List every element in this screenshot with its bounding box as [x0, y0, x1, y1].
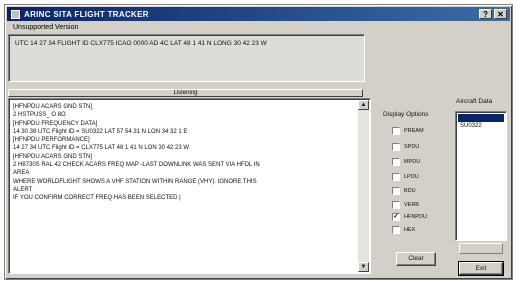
- option-pream[interactable]: PREAM: [392, 127, 424, 135]
- version-label: Unsupported Version: [13, 24, 79, 31]
- log-line: AREA: [13, 170, 30, 177]
- option-lpdu[interactable]: LPDU: [392, 173, 419, 181]
- option-hex[interactable]: HEX: [392, 226, 415, 234]
- log-line: WHERE WORLDFLIGHT SHOWS A VHF STATION WI…: [13, 178, 257, 185]
- log-line: IF YOU CONFIRM CORRECT FREQ HAS BEEN SEL…: [13, 195, 181, 202]
- scroll-up-icon[interactable]: ▲: [358, 100, 369, 110]
- app-icon: [11, 9, 20, 19]
- log-line: ALERT: [13, 186, 33, 193]
- current-message-text: UTC 14 27 34 FLIGHT ID CLX775 ICAO 0000 …: [15, 40, 267, 47]
- option-mpdu[interactable]: MPDU: [392, 158, 420, 166]
- close-button[interactable]: ✕: [494, 9, 507, 19]
- help-button[interactable]: ?: [479, 9, 492, 19]
- bdu-checkbox[interactable]: [392, 187, 400, 195]
- hfnpdu-checkbox[interactable]: ✓: [392, 213, 400, 221]
- option-label: VERB: [404, 202, 419, 208]
- log-scrollbar[interactable]: ▲ ▼: [358, 100, 369, 272]
- aircraft-list[interactable]: SU0322: [455, 111, 507, 241]
- verb-checkbox[interactable]: [392, 201, 400, 209]
- option-bdu[interactable]: BDU: [392, 187, 416, 195]
- log-line: [HFNPDU ACARS GND STN]: [13, 153, 93, 160]
- log-line: [HFNPDU FREQUENCY DATA]: [13, 120, 98, 127]
- lpdu-checkbox[interactable]: [392, 173, 400, 181]
- option-label: BDU: [404, 188, 416, 194]
- spdu-checkbox[interactable]: [392, 143, 400, 151]
- option-label: HEX: [404, 227, 416, 233]
- option-label: PREAM: [404, 128, 424, 134]
- option-label: SPDU: [404, 144, 420, 150]
- aircraft-list-item[interactable]: SU0322: [458, 122, 504, 130]
- log-line: 14 30 38 UTC Flight ID = SU0322 LAT 57 5…: [13, 128, 188, 135]
- option-verb[interactable]: VERB: [392, 201, 419, 209]
- mpdu-checkbox[interactable]: [392, 158, 400, 166]
- aircraft-list-item[interactable]: [458, 114, 504, 122]
- option-label: HFNPDU: [404, 214, 427, 220]
- option-spdu[interactable]: SPDU: [392, 143, 419, 151]
- listening-header: Listening: [8, 89, 363, 97]
- disabled-button: [459, 243, 503, 254]
- log-line: 2 H8730S RAL 42 CHECK ACARS FREQ MAP -LA…: [13, 162, 260, 169]
- scroll-down-icon[interactable]: ▼: [358, 262, 369, 272]
- aircraft-data-title: Aircraft Data: [456, 98, 493, 105]
- clear-button[interactable]: Clear: [396, 252, 436, 266]
- window-title: ARINC SITA FLIGHT TRACKER: [24, 9, 149, 19]
- option-label: LPDU: [404, 174, 419, 180]
- title-buttons: ? ✕: [479, 9, 507, 19]
- log-line: [HFNPDU PERFORMANCE]: [13, 137, 90, 144]
- current-message-panel: UTC 14 27 34 FLIGHT ID CLX775 ICAO 0000 …: [8, 34, 365, 82]
- exit-button[interactable]: Exit: [458, 261, 504, 276]
- pream-checkbox[interactable]: [392, 127, 400, 135]
- log-line: 2 HSTPUSS_ O 8O: [13, 112, 66, 119]
- hex-checkbox[interactable]: [392, 226, 400, 234]
- display-options-title: Display Options: [383, 111, 429, 118]
- log-line: [HFNPDU ACARS GND STN]: [13, 104, 93, 110]
- option-hfnpdu[interactable]: ✓ HFNPDU: [392, 213, 427, 221]
- listening-log[interactable]: [HFNPDU ACARS GND STN] 2 HSTPUSS_ O 8O […: [8, 98, 371, 274]
- log-line: 14 27 34 UTC Flight ID = CLX775 LAT 48 1…: [13, 145, 190, 152]
- option-label: MPDU: [404, 159, 421, 165]
- title-bar[interactable]: ARINC SITA FLIGHT TRACKER ? ✕: [7, 7, 510, 21]
